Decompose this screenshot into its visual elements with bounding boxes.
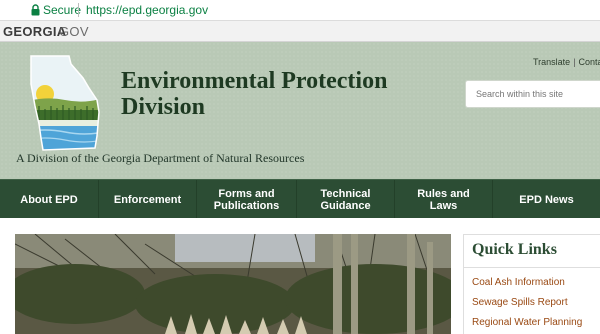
- site-search-box: [465, 80, 600, 108]
- quick-links-heading: Quick Links: [472, 241, 557, 258]
- nav-item-label: Enforcement: [113, 193, 182, 206]
- contact-link[interactable]: Conta: [579, 57, 600, 67]
- nav-item-label: About EPD: [20, 193, 78, 206]
- nav-item-label: Technical: [320, 187, 371, 200]
- browser-address-bar[interactable]: Secure https://epd.georgia.gov: [0, 0, 600, 21]
- utility-links: Translate|Conta: [533, 57, 600, 67]
- nav-item-label: EPD News: [519, 193, 574, 206]
- nav-item-label: Laws: [429, 199, 458, 212]
- main-navigation: About EPD Enforcement Forms and Publicat…: [0, 179, 600, 219]
- quick-link-coal-ash[interactable]: Coal Ash Information: [472, 277, 565, 288]
- quick-links-panel: Quick Links Coal Ash Information Sewage …: [463, 234, 600, 334]
- quick-link-regional-water[interactable]: Regional Water Planning: [472, 317, 582, 328]
- lock-icon: [31, 4, 40, 16]
- secure-label: Secure: [43, 3, 82, 17]
- nav-item-technical-guidance[interactable]: Technical Guidance: [297, 180, 395, 219]
- main-content: Quick Links Coal Ash Information Sewage …: [0, 218, 600, 334]
- nav-item-forms-publications[interactable]: Forms and Publications: [197, 180, 297, 219]
- hero-swamp-photo[interactable]: [15, 234, 451, 334]
- georgia-gov-bar: GEORGIA GOV: [0, 21, 600, 42]
- nav-item-epd-news[interactable]: EPD News: [493, 180, 600, 219]
- nav-item-label: Forms and: [218, 187, 275, 200]
- site-title-line1: Environmental Protection: [121, 68, 388, 94]
- nav-item-rules-laws[interactable]: Rules and Laws: [395, 180, 493, 219]
- georgia-gov-logo-bold[interactable]: GEORGIA: [3, 24, 67, 39]
- translate-link[interactable]: Translate: [533, 57, 570, 67]
- address-separator: [78, 3, 79, 17]
- utility-divider: |: [573, 57, 576, 67]
- nav-item-label: Publications: [213, 199, 280, 212]
- url-text[interactable]: https://epd.georgia.gov: [86, 3, 208, 17]
- nav-item-label: Guidance: [320, 199, 371, 212]
- quick-link-sewage-spills[interactable]: Sewage Spills Report: [472, 297, 568, 308]
- georgia-state-landscape-logo[interactable]: [25, 54, 103, 156]
- georgia-gov-logo-light[interactable]: GOV: [59, 24, 89, 39]
- site-title-line2: Division: [121, 94, 206, 120]
- nav-item-label: Rules and: [417, 187, 470, 200]
- quick-links-divider: [464, 267, 600, 268]
- site-title[interactable]: Environmental Protection Division: [121, 68, 387, 120]
- site-subtitle: A Division of the Georgia Department of …: [16, 151, 305, 165]
- site-header: Environmental Protection Division A Divi…: [0, 42, 600, 179]
- nav-item-about-epd[interactable]: About EPD: [0, 180, 99, 219]
- search-input[interactable]: [466, 81, 600, 107]
- nav-item-enforcement[interactable]: Enforcement: [99, 180, 197, 219]
